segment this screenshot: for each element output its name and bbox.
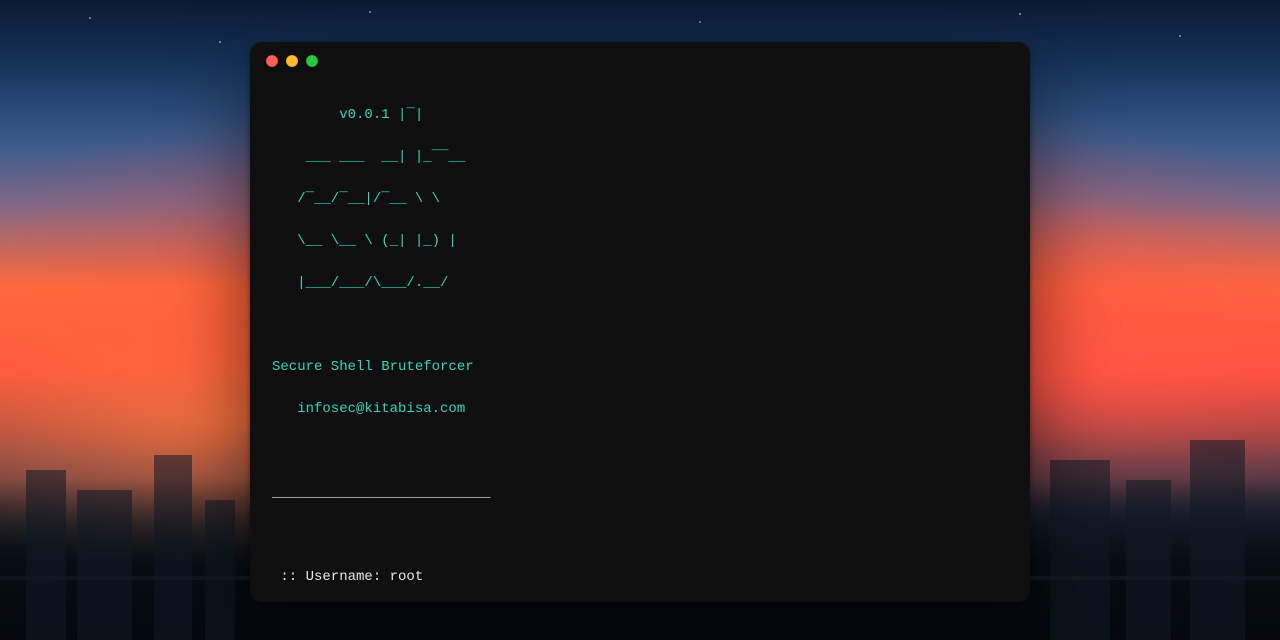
window-minimize-icon[interactable] [286,55,298,67]
config-row-username: :: Username: root [272,567,1008,588]
app-title: Secure Shell Bruteforcer [272,357,1008,378]
window-zoom-icon[interactable] [306,55,318,67]
ascii-banner-line: /‾__/‾__|/‾__ \ \ [272,189,1008,210]
label: :: Username: [272,567,390,588]
ascii-banner-line: ___ ___ __| |_‾‾__ [272,147,1008,168]
window-close-icon[interactable] [266,55,278,67]
ascii-banner-line: v0.0.1 |‾| [272,105,1008,126]
value: root [390,567,424,588]
app-contact: infosec@kitabisa.com [272,399,1008,420]
ascii-banner-line: |___/___/\___/.__/ [272,273,1008,294]
separator-line: __________________________ [272,483,1008,504]
terminal-window[interactable]: v0.0.1 |‾| ___ ___ __| |_‾‾__ /‾__/‾__|/… [250,42,1030,602]
window-titlebar[interactable] [250,42,1030,80]
terminal-output: v0.0.1 |‾| ___ ___ __| |_‾‾__ /‾__/‾__|/… [250,80,1030,602]
ascii-banner-line: \__ \__ \ (_| |_) | [272,231,1008,252]
